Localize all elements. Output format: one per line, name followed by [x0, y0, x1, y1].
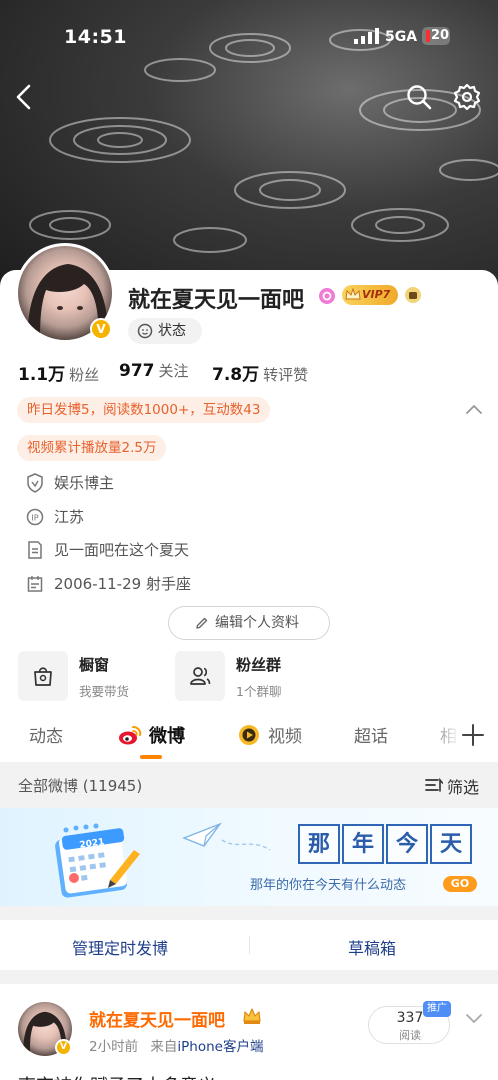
title-char-2: 年 [342, 824, 384, 864]
post-card[interactable]: V 就在夏天见一面吧 2小时前 来自iPhone客户端 337 阅读 推广 南京… [0, 984, 498, 1080]
video-play-icon [239, 725, 259, 745]
all-posts-bar: 全部微博 (11945) 筛选 [0, 762, 498, 808]
back-arrow-icon[interactable] [10, 82, 40, 112]
add-tab-plus-icon[interactable] [460, 722, 486, 748]
post-from-label: 来自 [150, 1039, 178, 1055]
tab-video-label: 视频 [268, 727, 302, 747]
pencil-icon [196, 617, 208, 629]
active-tab-indicator [140, 755, 162, 759]
interactions-count: 7.8万 [212, 365, 260, 385]
status-time: 14:51 [64, 26, 127, 48]
shop-window-subtitle: 我要带货 [79, 684, 130, 699]
post-text[interactable]: 南京被你赋予了太多意义 [18, 1072, 216, 1080]
weibo-logo-icon [119, 726, 142, 745]
tab-weibo-label: 微博 [149, 726, 185, 747]
scheduled-posts-button[interactable]: 管理定时发博 [72, 935, 168, 959]
info-ip: 江苏 [54, 508, 85, 526]
all-posts-count: 全部微博 (11945) [18, 777, 143, 795]
interactions-label: 转评赞 [263, 366, 309, 384]
promote-badge[interactable]: 推广 [423, 1001, 451, 1017]
section-divider [0, 906, 498, 920]
calendar-icon [27, 576, 43, 592]
title-char-3: 今 [386, 824, 428, 864]
tab-video[interactable]: 视频 [237, 722, 302, 747]
fans-group-shortcut[interactable]: 粉丝群 1个群聊 [175, 651, 325, 703]
chevron-down-icon[interactable] [464, 1012, 484, 1026]
status-button[interactable]: 状态 [128, 318, 202, 344]
fans-group-title: 粉丝群 [236, 656, 282, 674]
actions-separator [249, 936, 250, 954]
tab-dynamics[interactable]: 动态 [29, 722, 63, 747]
following-label: 关注 [158, 362, 189, 380]
title-char-4: 天 [430, 824, 472, 864]
post-time: 2小时前 [89, 1039, 139, 1055]
profile-tabs: 动态 微博 视频 超话 相册 [0, 712, 498, 762]
verified-badge-icon: V [90, 318, 112, 340]
pink-badge-icon[interactable] [318, 287, 336, 305]
battery-level: 20 [431, 28, 450, 43]
following-count: 977 [119, 361, 155, 381]
title-char-1: 那 [298, 824, 340, 864]
vip-crown-icon[interactable] [242, 1007, 262, 1025]
followers-label: 粉丝 [69, 366, 100, 384]
bio-document-icon [28, 541, 42, 559]
shopping-bag-icon [34, 667, 52, 686]
edit-profile-button[interactable]: 编辑个人资料 [168, 606, 330, 640]
paper-plane-icon [182, 822, 271, 851]
network-type: 5GA [385, 29, 418, 45]
filter-button[interactable]: 筛选 [425, 774, 479, 798]
drafts-button[interactable]: 草稿箱 [348, 935, 396, 959]
stat-following[interactable]: 977 关注 [119, 360, 189, 381]
video-plays-pill[interactable]: 视频累计播放量2.5万 [17, 435, 167, 461]
filter-label: 筛选 [447, 778, 480, 797]
shop-window-icon-box [18, 651, 68, 701]
calendar-illustration-icon: 2021 [55, 823, 140, 898]
status-label: 状态 [158, 323, 186, 339]
filter-icon [425, 777, 443, 792]
fans-group-subtitle: 1个群聊 [236, 684, 282, 699]
stat-interactions[interactable]: 7.8万 转评赞 [212, 360, 308, 385]
post-author-name[interactable]: 就在夏天见一面吧 [89, 1006, 225, 1031]
banner-go-button[interactable]: GO [443, 876, 477, 892]
chevron-up-icon[interactable] [464, 402, 484, 416]
tab-super-topic[interactable]: 超话 [354, 722, 388, 747]
medal-icon[interactable] [404, 286, 422, 304]
status-bar: 14:51 5GA 20 [0, 0, 498, 70]
post-meta: 2小时前 来自iPhone客户端 [89, 1035, 263, 1055]
vip-badge[interactable]: VIP7 [342, 285, 398, 305]
post-source[interactable]: iPhone客户端 [177, 1039, 263, 1055]
vip-level: VIP7 [362, 288, 391, 301]
info-category: 娱乐博主 [54, 474, 115, 492]
ip-location-icon: IP [26, 508, 44, 526]
battery-icon: 20 [422, 27, 450, 45]
info-birthday: 2006-11-29 射手座 [54, 575, 191, 593]
verified-shield-icon [27, 473, 43, 493]
that-year-today-banner[interactable]: 2021 那 年 今 天 那年的你在今天有什么动态 GO [0, 808, 498, 906]
post-management-actions: 管理定时发博 草稿箱 [0, 920, 498, 970]
stat-followers[interactable]: 1.1万 粉丝 [18, 360, 99, 385]
info-bio: 见一面吧在这个夏天 [54, 541, 190, 559]
post-verified-badge-icon: V [55, 1039, 72, 1056]
smile-plus-icon [137, 323, 153, 339]
profile-username: 就在夏天见一面吧 [128, 288, 305, 313]
crown-icon [345, 287, 361, 300]
yesterday-summary-pill[interactable]: 昨日发博5，阅读数1000+，互动数43 [17, 397, 271, 423]
search-icon[interactable] [404, 82, 434, 112]
fans-group-icon-box [175, 651, 225, 701]
followers-count: 1.1万 [18, 365, 66, 385]
tab-weibo[interactable]: 微博 [118, 722, 185, 748]
settings-gear-icon[interactable] [452, 82, 482, 112]
signal-icon [354, 28, 379, 44]
edit-profile-label: 编辑个人资料 [215, 615, 299, 631]
banner-subtitle: 那年的你在今天有什么动态 [250, 878, 407, 893]
shop-window-shortcut[interactable]: 橱窗 我要带货 [18, 651, 168, 703]
fans-group-icon [190, 667, 211, 685]
shop-window-title: 橱窗 [79, 656, 110, 674]
section-divider [0, 970, 498, 984]
read-label: 阅读 [399, 1029, 421, 1042]
svg-text:IP: IP [31, 514, 38, 523]
